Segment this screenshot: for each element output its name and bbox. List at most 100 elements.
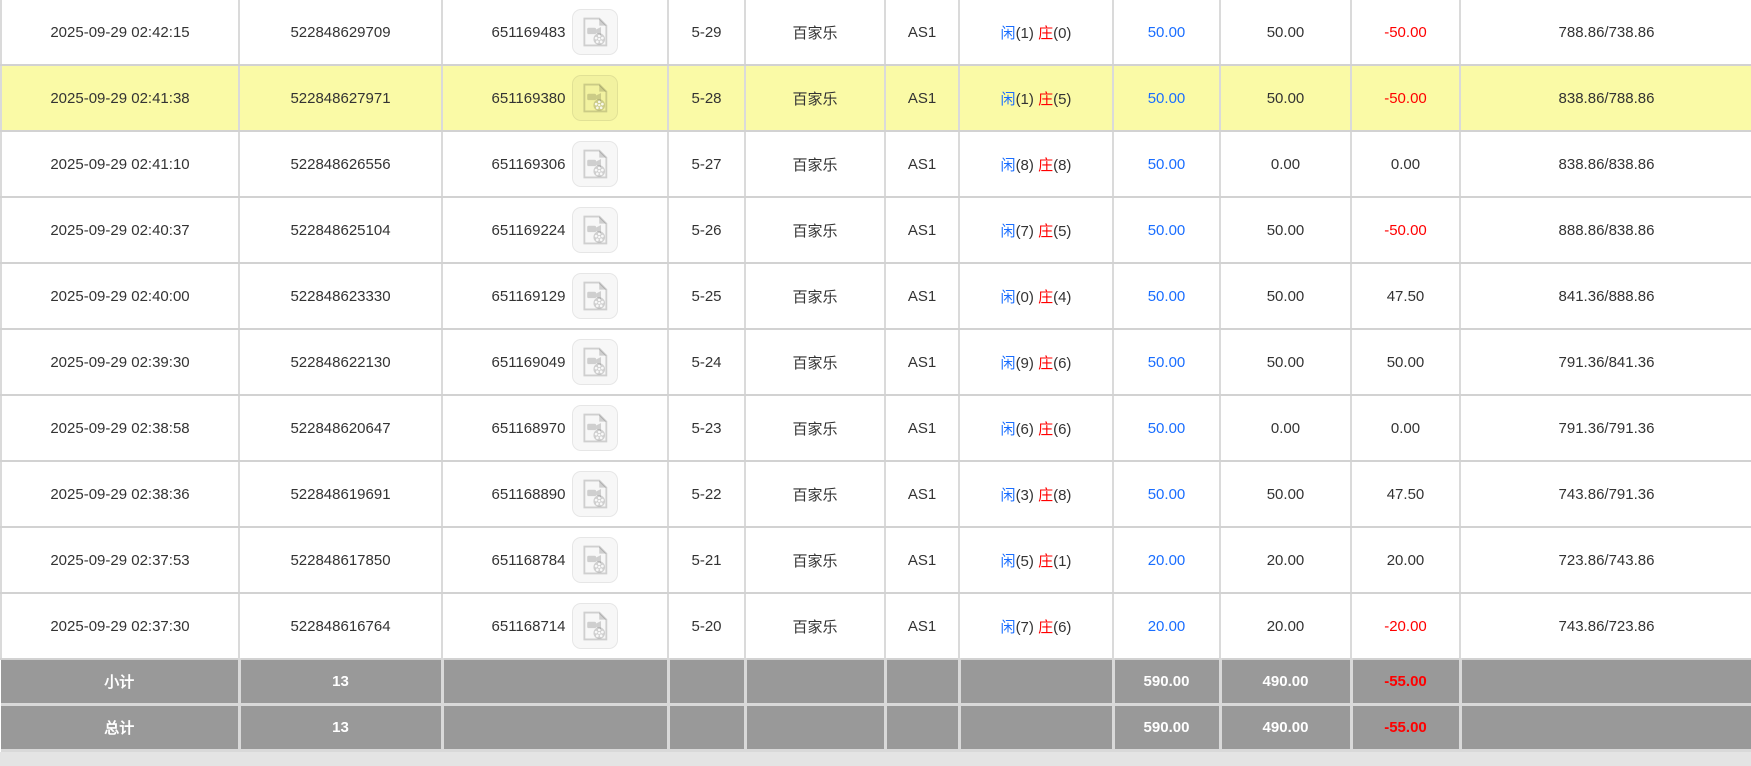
video-file-icon bbox=[578, 410, 612, 446]
result-cell: 闲(3) 庄(8) bbox=[959, 461, 1113, 527]
round-number-cell: 5-28 bbox=[668, 65, 745, 131]
winloss-value: -50.00 bbox=[1384, 24, 1427, 41]
player-label: 闲 bbox=[1001, 619, 1016, 636]
video-playback-button[interactable] bbox=[572, 405, 618, 451]
round-id-cell: 651169483 bbox=[442, 0, 668, 65]
video-file-icon bbox=[578, 146, 612, 182]
valid-amount-cell: 50.00 bbox=[1220, 461, 1351, 527]
bet-amount-link[interactable]: 20.00 bbox=[1148, 552, 1186, 569]
balance-cell: 743.86/723.86 bbox=[1460, 593, 1751, 659]
summary-empty-cell bbox=[442, 659, 668, 705]
video-playback-button[interactable] bbox=[572, 273, 618, 319]
winloss-cell: -50.00 bbox=[1351, 0, 1460, 65]
bet-amount-link[interactable]: 50.00 bbox=[1148, 354, 1186, 371]
bet-amount-link[interactable]: 50.00 bbox=[1148, 222, 1186, 239]
game-type-cell: 百家乐 bbox=[745, 131, 885, 197]
game-type-cell: 百家乐 bbox=[745, 395, 885, 461]
game-table-cell: AS1 bbox=[885, 593, 959, 659]
video-playback-button[interactable] bbox=[572, 141, 618, 187]
winloss-cell: 47.50 bbox=[1351, 461, 1460, 527]
bet-amount-link[interactable]: 50.00 bbox=[1148, 288, 1186, 305]
table-row: 2025-09-29 02:41:10 522848626556 6511693… bbox=[1, 131, 1751, 197]
result-cell: 闲(7) 庄(5) bbox=[959, 197, 1113, 263]
summary-empty-cell bbox=[745, 705, 885, 751]
video-file-icon bbox=[578, 608, 612, 644]
game-table-cell: AS1 bbox=[885, 461, 959, 527]
video-playback-button[interactable] bbox=[572, 207, 618, 253]
winloss-cell: -50.00 bbox=[1351, 65, 1460, 131]
bet-amount-link[interactable]: 50.00 bbox=[1148, 24, 1186, 41]
result-cell: 闲(1) 庄(0) bbox=[959, 0, 1113, 65]
round-id-cell: 651168890 bbox=[442, 461, 668, 527]
bet-amount-link[interactable]: 50.00 bbox=[1148, 420, 1186, 437]
video-playback-button[interactable] bbox=[572, 471, 618, 517]
valid-amount-cell: 50.00 bbox=[1220, 263, 1351, 329]
winloss-value: -50.00 bbox=[1384, 222, 1427, 239]
bet-amount-link[interactable]: 50.00 bbox=[1148, 486, 1186, 503]
round-id-value: 651169049 bbox=[492, 354, 566, 371]
round-id-value: 651168784 bbox=[492, 552, 566, 569]
banker-label: 庄 bbox=[1038, 289, 1053, 306]
video-file-icon bbox=[578, 344, 612, 380]
banker-label: 庄 bbox=[1038, 25, 1053, 42]
player-label: 闲 bbox=[1001, 91, 1016, 108]
player-points: (9) bbox=[1016, 355, 1034, 372]
round-id-value: 651168890 bbox=[492, 486, 566, 503]
winloss-value: 47.50 bbox=[1387, 486, 1425, 503]
bet-time-cell: 2025-09-29 02:40:37 bbox=[1, 197, 239, 263]
banker-points: (8) bbox=[1053, 487, 1071, 504]
video-file-icon bbox=[578, 80, 612, 116]
summary-winloss-total-cell: -55.00 bbox=[1351, 659, 1460, 705]
valid-amount-cell: 50.00 bbox=[1220, 329, 1351, 395]
summary-empty-cell bbox=[745, 659, 885, 705]
valid-amount-cell: 20.00 bbox=[1220, 593, 1351, 659]
summary-empty-cell bbox=[885, 659, 959, 705]
banker-points: (5) bbox=[1053, 223, 1071, 240]
betting-records-table: 2025-09-29 02:42:15 522848629709 6511694… bbox=[0, 0, 1751, 752]
summary-empty-cell bbox=[1460, 659, 1751, 705]
round-id-cell: 651169306 bbox=[442, 131, 668, 197]
video-file-icon bbox=[578, 542, 612, 578]
winloss-cell: -50.00 bbox=[1351, 197, 1460, 263]
summary-bet-total-cell: 590.00 bbox=[1113, 659, 1220, 705]
summary-winloss-value: -55.00 bbox=[1384, 719, 1427, 736]
summary-winloss-value: -55.00 bbox=[1384, 673, 1427, 690]
round-id-value: 651168714 bbox=[492, 618, 566, 635]
video-playback-button[interactable] bbox=[572, 75, 618, 121]
bet-id-cell: 522848627971 bbox=[239, 65, 442, 131]
banker-label: 庄 bbox=[1038, 355, 1053, 372]
round-id-value: 651169306 bbox=[492, 156, 566, 173]
bet-id-cell: 522848623330 bbox=[239, 263, 442, 329]
bet-amount-link[interactable]: 50.00 bbox=[1148, 90, 1186, 107]
table-row: 2025-09-29 02:40:00 522848623330 6511691… bbox=[1, 263, 1751, 329]
winloss-cell: 50.00 bbox=[1351, 329, 1460, 395]
video-file-icon bbox=[578, 212, 612, 248]
round-id-cell: 651169049 bbox=[442, 329, 668, 395]
bet-id-cell: 522848625104 bbox=[239, 197, 442, 263]
bet-time-cell: 2025-09-29 02:41:10 bbox=[1, 131, 239, 197]
valid-amount-cell: 0.00 bbox=[1220, 131, 1351, 197]
table-row: 2025-09-29 02:40:37 522848625104 6511692… bbox=[1, 197, 1751, 263]
round-id-cell: 651168784 bbox=[442, 527, 668, 593]
video-playback-button[interactable] bbox=[572, 339, 618, 385]
summary-count-cell: 13 bbox=[239, 705, 442, 751]
game-type-cell: 百家乐 bbox=[745, 527, 885, 593]
winloss-cell: 47.50 bbox=[1351, 263, 1460, 329]
game-type-cell: 百家乐 bbox=[745, 461, 885, 527]
bet-id-cell: 522848617850 bbox=[239, 527, 442, 593]
player-label: 闲 bbox=[1001, 355, 1016, 372]
valid-amount-cell: 20.00 bbox=[1220, 527, 1351, 593]
balance-cell: 788.86/738.86 bbox=[1460, 0, 1751, 65]
bet-time-cell: 2025-09-29 02:37:53 bbox=[1, 527, 239, 593]
game-table-cell: AS1 bbox=[885, 131, 959, 197]
winloss-value: -50.00 bbox=[1384, 90, 1427, 107]
round-id-cell: 651169224 bbox=[442, 197, 668, 263]
bet-amount-link[interactable]: 20.00 bbox=[1148, 618, 1186, 635]
video-playback-button[interactable] bbox=[572, 603, 618, 649]
balance-cell: 791.36/841.36 bbox=[1460, 329, 1751, 395]
video-playback-button[interactable] bbox=[572, 537, 618, 583]
video-playback-button[interactable] bbox=[572, 9, 618, 55]
bet-amount-cell: 50.00 bbox=[1113, 65, 1220, 131]
bet-amount-link[interactable]: 50.00 bbox=[1148, 156, 1186, 173]
round-id-cell: 651168970 bbox=[442, 395, 668, 461]
